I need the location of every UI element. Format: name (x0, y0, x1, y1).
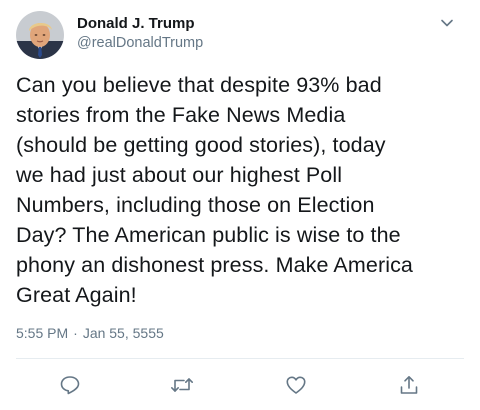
tweet-timestamp[interactable]: 5:55 PM · Jan 55, 5555 (16, 324, 164, 342)
divider (16, 358, 464, 359)
like-button[interactable] (283, 372, 309, 398)
reply-icon (59, 374, 81, 396)
user-handle[interactable]: @realDonaldTrump (77, 34, 203, 53)
action-bar (0, 372, 480, 398)
chevron-down-icon[interactable] (438, 14, 456, 32)
tweet-text: Can you believe that despite 93% bad sto… (16, 73, 413, 307)
retweet-icon (170, 374, 194, 396)
tweet-card: Donald J. Trump @realDonaldTrump Can you… (0, 0, 480, 410)
share-icon (398, 374, 420, 396)
share-button[interactable] (396, 372, 422, 398)
author-names: Donald J. Trump @realDonaldTrump (77, 14, 203, 53)
avatar[interactable] (16, 11, 64, 59)
tweet-header: Donald J. Trump @realDonaldTrump (16, 11, 203, 59)
heart-icon (285, 374, 307, 396)
reply-button[interactable] (57, 372, 83, 398)
timestamp-separator: · (73, 325, 78, 341)
tweet-time: 5:55 PM (16, 325, 69, 341)
tweet-date: Jan 55, 5555 (82, 325, 164, 341)
retweet-button[interactable] (169, 372, 195, 398)
display-name[interactable]: Donald J. Trump (77, 14, 203, 33)
